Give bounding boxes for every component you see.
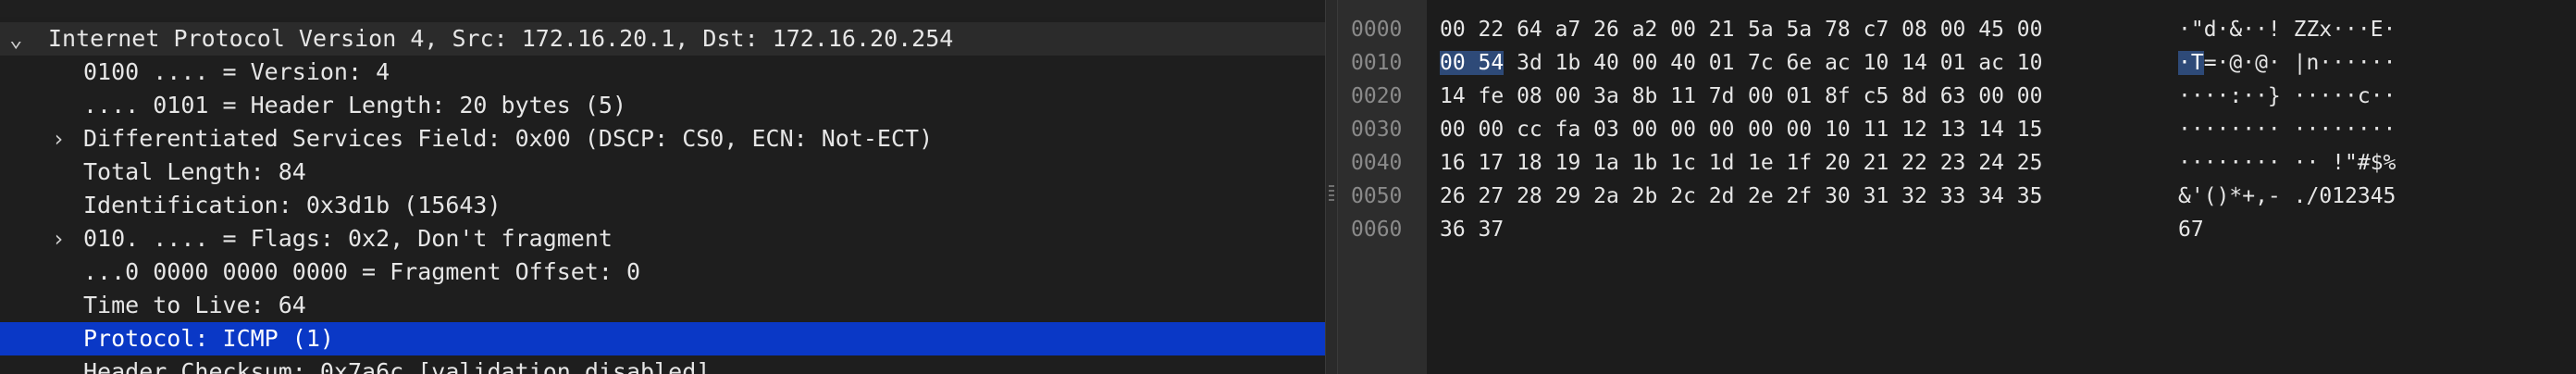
hex-row[interactable]: 0010 00 54 3d 1b 40 00 40 01 7c 6e ac 10…: [1338, 46, 2396, 80]
tree-row-label: Identification: 0x3d1b (15643): [83, 192, 502, 218]
hex-bytes-1[interactable]: 14 fe 08 00 3a 8b 11 7d: [1440, 80, 1735, 113]
hex-offset: 0000: [1351, 18, 1403, 42]
tree-row-checksum[interactable]: Header Checksum: 0x7a6c [validation disa…: [0, 355, 1325, 374]
highlighted-bytes[interactable]: 00 54: [1440, 51, 1505, 75]
hex-bytes-1[interactable]: 16 17 18 19 1a 1b 1c 1d: [1440, 146, 1735, 180]
tree-row-fragment-offset[interactable]: ...0 0000 0000 0000 = Fragment Offset: 0: [0, 256, 1325, 289]
hex-offset: 0020: [1351, 84, 1403, 108]
tree-row-label: 0100 .... = Version: 4: [83, 58, 390, 85]
tree-header-ipv4[interactable]: ⌄ Internet Protocol Version 4, Src: 172.…: [0, 22, 1325, 56]
tree-row-identification[interactable]: Identification: 0x3d1b (15643): [0, 189, 1325, 222]
hex-offset: 0060: [1351, 218, 1403, 242]
tree-row-label: Protocol: ICMP (1): [83, 325, 334, 352]
tree-row-protocol[interactable]: Protocol: ICMP (1): [0, 322, 1325, 355]
splitter-grip-icon[interactable]: [1329, 185, 1334, 204]
hex-row[interactable]: 0040 16 17 18 19 1a 1b 1c 1d 1e 1f 20 21…: [1338, 146, 2396, 180]
tree-row-total-length[interactable]: Total Length: 84: [0, 156, 1325, 189]
hex-row[interactable]: 0060 36 37 67: [1338, 213, 2204, 246]
hex-bytes-2[interactable]: 1e 1f 20 21 22 23 24 25: [1748, 146, 2043, 180]
ascii-text[interactable]: ·"d·&··! ZZx···E·: [2178, 13, 2396, 46]
hex-offset: 0040: [1351, 151, 1403, 175]
chevron-down-icon[interactable]: ⌄: [9, 22, 22, 56]
ascii-text-highlighted[interactable]: ·T=·@·@· |n······: [2178, 46, 2396, 80]
hex-bytes-1[interactable]: 00 22 64 a7 26 a2 00 21: [1440, 13, 1735, 46]
packet-details-pane[interactable]: ⌄ Internet Protocol Version 4, Src: 172.…: [0, 0, 1325, 374]
tree-row-label: ...0 0000 0000 0000 = Fragment Offset: 0: [83, 258, 641, 285]
hex-bytes-2[interactable]: 5a 5a 78 c7 08 00 45 00: [1748, 13, 2043, 46]
tree-row-dsfield[interactable]: › Differentiated Services Field: 0x00 (D…: [0, 122, 1325, 156]
hex-row[interactable]: 0020 14 fe 08 00 3a 8b 11 7d 00 01 8f c5…: [1338, 80, 2396, 113]
hex-bytes-1[interactable]: 00 00 cc fa 03 00 00 00: [1440, 113, 1735, 146]
hex-offset: 0030: [1351, 118, 1403, 142]
chevron-right-icon[interactable]: ›: [52, 222, 65, 256]
chevron-right-icon[interactable]: ›: [52, 122, 65, 156]
tree-row-header-length[interactable]: .... 0101 = Header Length: 20 bytes (5): [0, 89, 1325, 122]
tree-row-ttl[interactable]: Time to Live: 64: [0, 289, 1325, 322]
hex-bytes-2[interactable]: 00 01 8f c5 8d 63 00 00: [1748, 80, 2043, 113]
hex-row[interactable]: 0000 00 22 64 a7 26 a2 00 21 5a 5a 78 c7…: [1338, 13, 2396, 46]
pane-top-edge: [0, 0, 1325, 17]
hex-bytes-2[interactable]: 7c 6e ac 10 14 01 ac 10: [1748, 46, 2043, 80]
ascii-text[interactable]: ····:··} ·····c··: [2178, 80, 2396, 113]
tree-row-label: 010. .... = Flags: 0x2, Don't fragment: [83, 225, 613, 252]
hex-offset: 0050: [1351, 184, 1403, 208]
hex-row[interactable]: 0030 00 00 cc fa 03 00 00 00 00 00 10 11…: [1338, 113, 2396, 146]
hex-bytes-1[interactable]: 26 27 28 29 2a 2b 2c 2d: [1440, 180, 1735, 213]
ascii-text[interactable]: ········ ·· !"#$%: [2178, 146, 2396, 180]
ascii-rest: =·@·@· |n······: [2203, 51, 2396, 75]
hex-bytes-1-highlighted[interactable]: 00 54 3d 1b 40 00 40 01: [1440, 46, 1735, 80]
hex-bytes-1[interactable]: 36 37: [1440, 213, 1504, 246]
tree-row-label: Time to Live: 64: [83, 292, 306, 318]
tree-row-label: Differentiated Services Field: 0x00 (DSC…: [83, 125, 934, 152]
hex-bytes-2[interactable]: 2e 2f 30 31 32 33 34 35: [1748, 180, 2043, 213]
ascii-text[interactable]: &'()*+,- ./012345: [2178, 180, 2396, 213]
highlighted-ascii[interactable]: ·T: [2178, 51, 2204, 75]
tree-row-version[interactable]: 0100 .... = Version: 4: [0, 56, 1325, 89]
ascii-text[interactable]: ········ ········: [2178, 113, 2396, 146]
hex-bytes-2[interactable]: 00 00 10 11 12 13 14 15: [1748, 113, 2043, 146]
hex-bytes-rest: 3d 1b 40 00 40 01: [1504, 51, 1735, 75]
ascii-text[interactable]: 67: [2178, 213, 2204, 246]
tree-row-label: Header Checksum: 0x7a6c [validation disa…: [83, 358, 711, 374]
hex-row[interactable]: 0050 26 27 28 29 2a 2b 2c 2d 2e 2f 30 31…: [1338, 180, 2396, 213]
tree-row-flags[interactable]: › 010. .... = Flags: 0x2, Don't fragment: [0, 222, 1325, 256]
hex-offset: 0010: [1351, 51, 1403, 75]
tree-row-label: Total Length: 84: [83, 158, 306, 185]
tree-header-label: Internet Protocol Version 4, Src: 172.16…: [48, 25, 954, 52]
tree-row-label: .... 0101 = Header Length: 20 bytes (5): [83, 92, 626, 118]
packet-bytes-pane[interactable]: 0000 00 22 64 a7 26 a2 00 21 5a 5a 78 c7…: [1338, 0, 2576, 374]
